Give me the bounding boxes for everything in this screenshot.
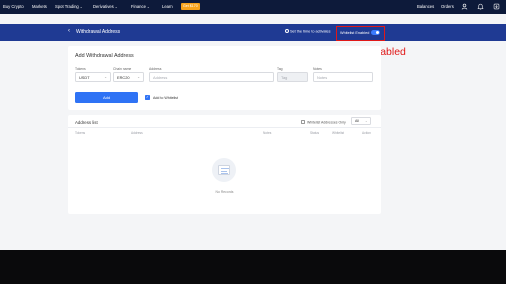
footer <box>0 250 506 284</box>
notes-label: Notes <box>313 67 322 71</box>
nav-spot-trading-label: Spot Trading <box>55 4 79 9</box>
nav-derivatives[interactable]: Derivatives⌄ <box>93 4 118 9</box>
promo-badge[interactable]: Get $170 <box>181 3 200 10</box>
whitelist-label: Whitelist Enabled <box>340 31 370 35</box>
chevron-down-icon: ⌄ <box>137 75 140 79</box>
column-header-whitelist: Whitelist <box>332 131 345 135</box>
add-address-heading: Add Withdrawal Address <box>75 53 134 59</box>
add-to-whitelist-label: Add to Whitelist <box>153 95 178 100</box>
whitelist-only-filter[interactable]: Whitelist Addresses Only <box>301 120 346 125</box>
tokens-label: Tokens <box>75 67 86 71</box>
nav-learn[interactable]: Learn <box>162 4 173 9</box>
add-address-card: Add Withdrawal Address Tokens USDT ⌄ Chai… <box>68 46 381 110</box>
address-input[interactable]: Address <box>149 72 274 82</box>
nav-spot-trading[interactable]: Spot Trading⌄ <box>55 4 83 9</box>
nav-derivatives-label: Derivatives <box>93 4 114 9</box>
page-title: Withdrawal Address <box>76 29 121 35</box>
user-icon[interactable] <box>461 3 468 10</box>
activation-time-label: Set the time to activates <box>290 29 331 34</box>
status-filter-value: All <box>355 119 359 123</box>
bell-icon[interactable] <box>477 3 484 10</box>
address-list-heading: Address list <box>75 120 98 125</box>
chevron-down-icon: ⌄ <box>114 5 118 9</box>
nav-finance[interactable]: Finance⌄ <box>131 4 150 9</box>
back-arrow-icon[interactable]: ‹ <box>68 28 70 34</box>
chain-select[interactable]: ERC20 ⌄ <box>113 72 144 82</box>
add-button[interactable]: Add <box>75 92 138 103</box>
document-line <box>221 173 228 174</box>
chain-value: ERC20 <box>117 75 130 80</box>
nav-balances[interactable]: Balances <box>417 4 434 9</box>
tokens-value: USDT <box>79 75 90 80</box>
download-icon[interactable] <box>493 3 500 10</box>
column-header-address: Address <box>131 131 143 135</box>
top-navigation: Buy Crypto Markets Spot Trading⌄ Derivat… <box>0 0 506 14</box>
page-header: ‹ Withdrawal Address Set the time to act… <box>0 24 506 41</box>
empty-state-icon <box>212 158 236 182</box>
tag-input[interactable]: Tag <box>277 72 308 82</box>
activation-time-link[interactable]: Set the time to activates <box>285 29 331 34</box>
chevron-down-icon: ⌄ <box>364 119 368 123</box>
tokens-select[interactable]: USDT ⌄ <box>75 72 111 82</box>
notes-input[interactable]: Notes <box>313 72 373 82</box>
address-label: Address <box>149 67 162 71</box>
whitelist-only-label: Whitelist Addresses Only <box>307 120 346 125</box>
address-list-card: Address list Whitelist Addresses Only Al… <box>68 115 381 214</box>
column-header-status: Status <box>310 131 320 135</box>
whitelist-only-checkbox[interactable] <box>301 120 305 124</box>
chevron-down-icon: ⌄ <box>146 5 150 9</box>
column-header-action: Action <box>362 131 371 135</box>
chevron-down-icon: ⌄ <box>104 75 107 79</box>
chain-label: Chain name <box>113 67 132 71</box>
empty-state-text: No Records <box>215 190 234 194</box>
divider <box>68 127 381 128</box>
status-filter-select[interactable]: All ⌄ <box>351 117 371 125</box>
document-line <box>221 170 227 172</box>
toggle-knob <box>375 30 380 35</box>
column-header-tokens: Tokens <box>75 131 86 135</box>
column-header-notes: Notes <box>263 131 272 135</box>
chevron-down-icon: ⌄ <box>79 5 83 9</box>
clock-icon <box>285 29 289 33</box>
tag-label: Tag <box>277 67 283 71</box>
nav-finance-label: Finance <box>131 4 146 9</box>
nav-orders[interactable]: Orders <box>441 4 454 9</box>
document-line <box>221 168 229 169</box>
whitelist-toggle[interactable] <box>371 30 380 35</box>
nav-buy-crypto[interactable]: Buy Crypto <box>3 4 24 9</box>
add-to-whitelist-checkbox[interactable]: ✓ <box>145 95 150 100</box>
document-icon <box>218 165 230 175</box>
nav-markets[interactable]: Markets <box>32 4 47 9</box>
